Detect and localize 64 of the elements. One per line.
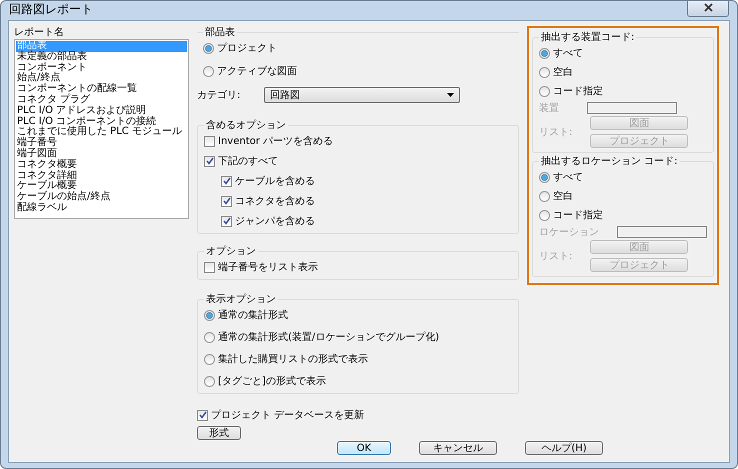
radio-label: 空白 [553, 66, 573, 79]
radio-button[interactable] [204, 354, 215, 364]
checkbox-label: Inventor パーツを含める [218, 134, 334, 148]
checkbox[interactable] [221, 216, 232, 226]
field-label: ロケーション [539, 226, 599, 239]
radio-label: 集計した購買リストの形式で表示 [218, 352, 368, 366]
caret-icon [447, 93, 454, 97]
checkbox-label: ジャンパを含める [235, 214, 315, 228]
checkbox-label: コネクタを含める [235, 194, 315, 208]
list-item[interactable]: ケーブルの始点/終点 [16, 192, 187, 203]
list-item[interactable]: PLC I/O コンポーネントの接続 [16, 116, 187, 128]
checkbox[interactable] [204, 156, 215, 166]
window-title: 回路図レポート [9, 1, 93, 18]
checkbox-label: プロジェクト データベースを更新 [211, 408, 364, 422]
radio-button[interactable] [204, 332, 215, 342]
category-dropdown[interactable]: 回路図 [264, 87, 460, 103]
radio-button[interactable] [203, 66, 214, 76]
close-button[interactable] [687, 1, 729, 16]
list-label: リスト: [539, 250, 572, 263]
radio-label: コード指定 [553, 208, 603, 222]
checkbox[interactable] [221, 196, 232, 206]
radio-label: 空白 [553, 190, 573, 203]
group-title: オプション [205, 244, 257, 258]
list-item[interactable]: 端子番号 [16, 138, 187, 149]
radio-label: 通常の集計形式 [218, 308, 288, 322]
checkbox-label: 下記のすべて [218, 154, 278, 168]
radio-label: コード指定 [553, 84, 603, 98]
dialog-button[interactable]: ヘルプ(H) [525, 441, 603, 455]
radio-label: 通常の集計形式(装置/ロケーションでグループ化) [218, 330, 440, 344]
list-item[interactable]: 未定義の部品表 [16, 52, 187, 63]
checkbox[interactable] [204, 136, 215, 146]
radio-button[interactable] [203, 42, 214, 54]
group-title: 含めるオプション [205, 118, 287, 132]
radio-label: すべて [553, 47, 583, 60]
list-item[interactable]: コネクタ プラグ [16, 94, 187, 106]
radio-button[interactable] [204, 376, 215, 386]
checkbox[interactable] [221, 176, 232, 186]
category-label: カテゴリ: [197, 89, 242, 102]
checkbox[interactable] [197, 410, 208, 420]
list-item[interactable]: コンポーネントの配線一覧 [16, 84, 187, 95]
group-title: 抽出するロケーション コード: [540, 154, 679, 168]
radio-label: [タグごと]の形式で表示 [218, 374, 326, 388]
list-item[interactable]: 配線ラベル [16, 202, 187, 214]
radio-label: プロジェクト [217, 42, 277, 55]
radio-label: アクティブな図面 [217, 64, 297, 78]
list-item[interactable]: コネクタ概要 [16, 160, 187, 171]
list-item[interactable]: 始点/終点 [16, 73, 187, 84]
radio-button[interactable] [204, 310, 215, 320]
group-title: 抽出する装置コード: [540, 30, 636, 44]
section-title: 部品表 [204, 26, 236, 39]
group-title: 表示オプション [205, 292, 277, 306]
list-item[interactable]: 端子図面 [16, 148, 187, 160]
format-button[interactable]: 形式 [197, 426, 241, 440]
radio-label: すべて [553, 171, 583, 184]
field-label: 装置 [539, 102, 559, 115]
checkbox-label: ケーブルを含める [235, 174, 315, 188]
close-icon [704, 3, 712, 12]
dialog-button[interactable]: OK [337, 441, 391, 455]
list-label: リスト: [539, 126, 572, 139]
checkbox-label: 端子番号をリスト表示 [218, 260, 318, 274]
list-item[interactable]: PLC I/O アドレスおよび説明 [16, 106, 187, 117]
checkbox[interactable] [204, 262, 215, 272]
dialog-button[interactable]: キャンセル [419, 441, 497, 455]
list-label: レポート名 [14, 26, 65, 39]
